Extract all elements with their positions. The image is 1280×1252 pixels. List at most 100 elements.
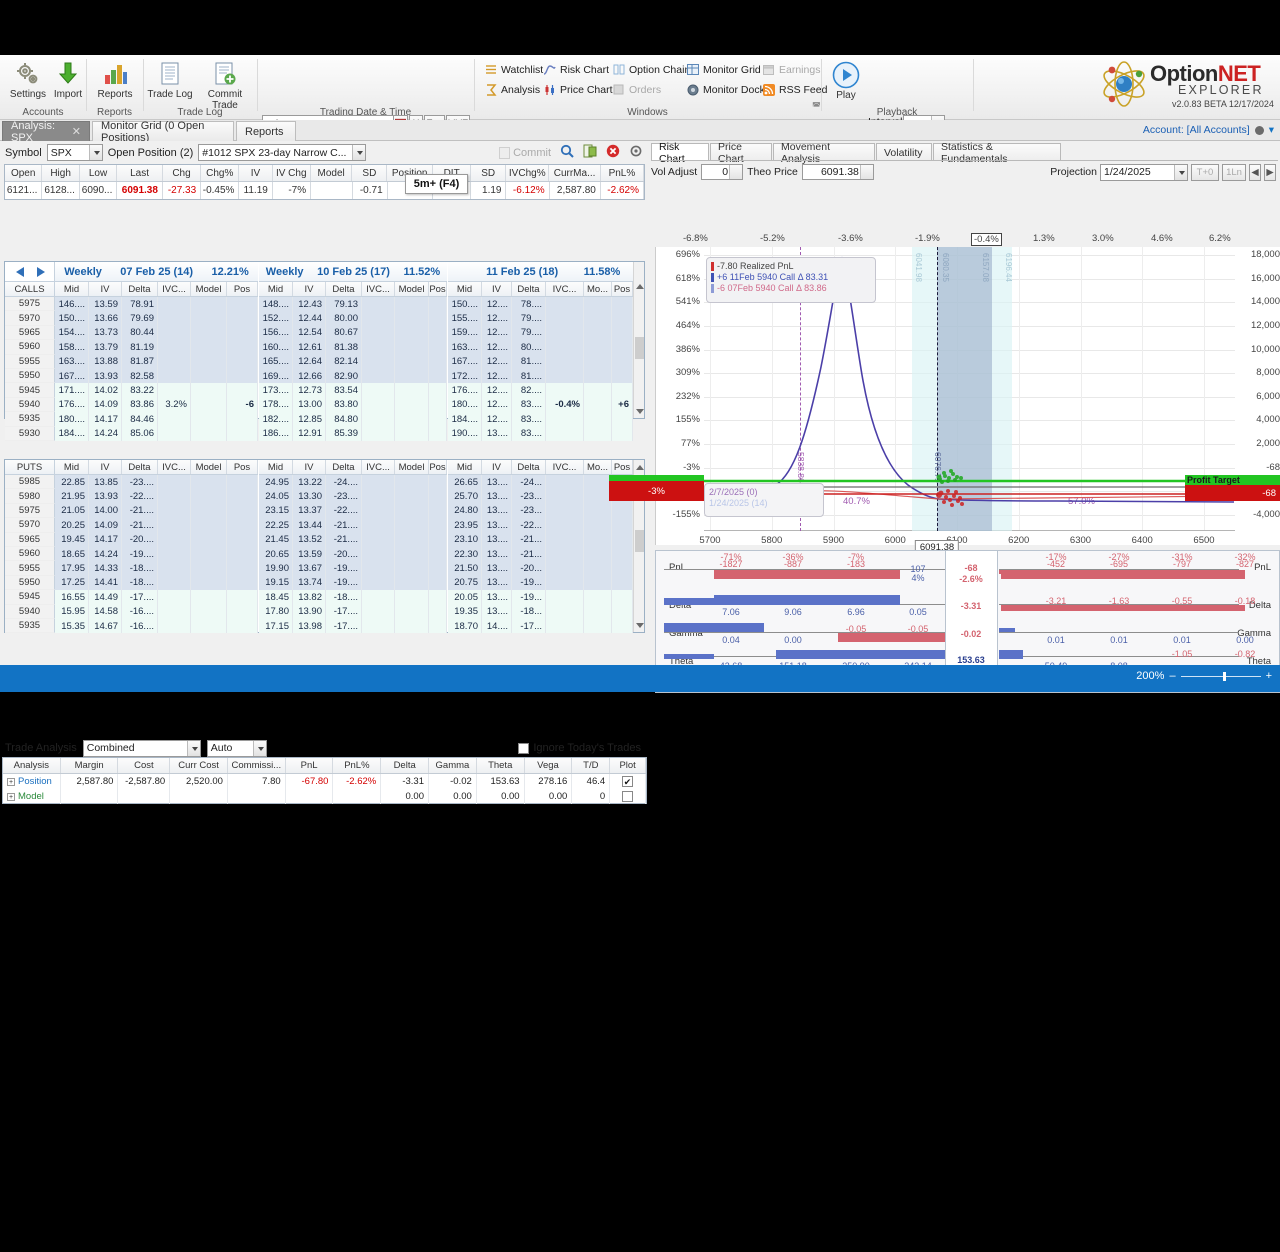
zoom-slider[interactable] (1180, 671, 1261, 681)
chain-cell[interactable]: 146.... (55, 297, 89, 312)
trade-analysis-header-cell[interactable]: Vega (525, 758, 573, 773)
chain-cell[interactable] (191, 619, 227, 634)
chain-cell[interactable]: -20.... (122, 532, 158, 547)
chain-cell[interactable] (395, 354, 429, 369)
chain-cell[interactable] (362, 575, 395, 591)
strike-cell[interactable]: 5970 (5, 311, 55, 326)
table-row[interactable]: 171.... 14.02 83.22 (55, 383, 258, 398)
chain-cell[interactable] (362, 311, 395, 326)
chain-cell[interactable]: 78.... (512, 297, 546, 312)
chain-cell[interactable]: 13.90 (293, 604, 326, 619)
table-row[interactable]: 18.45 13.82 -18.... (259, 590, 447, 605)
risk-chart[interactable]: 696% 18,000 618% 16,000 541% 14,000 464% 12,000… (609, 247, 1280, 555)
chain-cell[interactable]: 13.... (482, 503, 512, 519)
chain-cell[interactable] (227, 532, 258, 547)
chain-cell[interactable]: 21.45 (259, 532, 293, 547)
chain-header-cell[interactable]: Delta (326, 460, 362, 474)
chain-cell[interactable] (227, 575, 258, 591)
table-row[interactable]: 173.... 12.73 83.54 (259, 383, 447, 398)
chain-cell[interactable]: 184.... (55, 426, 89, 441)
checkbox[interactable]: ✔ (622, 776, 634, 787)
chain-cell[interactable]: -23... (512, 489, 546, 504)
chain-cell[interactable]: 171.... (55, 383, 89, 398)
chain-cell[interactable] (395, 369, 429, 384)
trade-analysis-header-cell[interactable]: Plot (610, 758, 647, 773)
chain-cell[interactable]: 12.... (482, 397, 512, 413)
auto-dropdown-arrow[interactable] (252, 740, 266, 756)
table-row[interactable]: 24.80 13.... -23... (448, 503, 633, 519)
table-row[interactable]: 24.95 13.22 -24.... (259, 475, 447, 490)
chain-header-cell[interactable]: Pos (612, 282, 633, 296)
chain-cell[interactable] (362, 354, 395, 369)
chain-cell[interactable]: 150.... (448, 297, 482, 312)
chain-cell[interactable]: 12.54 (293, 325, 326, 341)
chain-cell[interactable] (395, 489, 429, 504)
reports-button[interactable]: Reports (91, 59, 139, 100)
chain-cell[interactable] (612, 604, 633, 619)
chain-cell[interactable] (546, 561, 584, 576)
chain-cell[interactable]: -18.... (122, 561, 158, 576)
windows-dialog-launcher[interactable]: ◚ (812, 101, 821, 112)
chain-cell[interactable]: 20.25 (55, 518, 89, 533)
trade-analysis-header-cell[interactable]: T/D (572, 758, 611, 773)
chain-cell[interactable] (546, 518, 584, 533)
table-row[interactable]: + Position 2,587.80 -2,587.80 2,520.00 7.80 -6… (3, 774, 646, 789)
chain-cell[interactable]: -19.... (326, 561, 362, 576)
chain-cell[interactable] (546, 619, 584, 634)
chain-cell[interactable]: 17.25 (55, 575, 89, 591)
tab-volatility[interactable]: Volatility (876, 143, 932, 161)
chain-cell[interactable] (546, 340, 584, 355)
chain-cell[interactable] (395, 503, 429, 519)
chain-cell[interactable]: 25.70 (448, 489, 482, 504)
chain-cell[interactable]: 167.... (55, 369, 89, 384)
strike-cell[interactable]: 5955 (5, 354, 55, 369)
export-icon[interactable] (583, 144, 597, 161)
table-row[interactable]: 154.... 13.73 80.44 (55, 325, 258, 341)
percent-move-tick[interactable]: -1.9% (915, 233, 940, 244)
chain-cell[interactable]: 78.91 (122, 297, 158, 312)
table-row[interactable]: 21.95 13.93 -22.... (55, 489, 258, 504)
rss-feed-button[interactable]: RSS Feed (762, 81, 827, 98)
chain-cell[interactable]: 20.05 (448, 590, 482, 605)
chain-header-cell[interactable]: Pos (429, 460, 447, 474)
chain-cell[interactable] (584, 575, 612, 591)
chain-cell[interactable]: 180.... (448, 397, 482, 413)
chain-cell[interactable] (546, 354, 584, 369)
chain-cell[interactable]: 163.... (448, 340, 482, 355)
chain-cell[interactable]: -17... (512, 619, 546, 634)
chain-cell[interactable] (546, 325, 584, 341)
chain-cell[interactable]: 178.... (259, 397, 293, 413)
chain-cell[interactable]: 13.79 (89, 340, 122, 355)
chain-header-cell[interactable]: Delta (122, 282, 158, 296)
chain-cell[interactable]: -16.... (122, 619, 158, 634)
table-row[interactable]: 26.65 13.... -24... (448, 475, 633, 490)
strike-cell[interactable]: 5935 (5, 412, 55, 427)
chain-cell[interactable] (158, 532, 191, 547)
tab-movement-analysis[interactable]: Movement Analysis (773, 141, 875, 165)
chain-cell[interactable] (227, 325, 258, 341)
chain-cell[interactable]: -21.... (122, 503, 158, 519)
chain-cell[interactable]: 18.65 (55, 547, 89, 562)
chain-cell[interactable] (362, 426, 395, 441)
table-row[interactable]: 180.... 12.... 83.... -0.4% +6 (448, 397, 633, 413)
chain-cell[interactable] (191, 590, 227, 605)
chain-cell[interactable] (362, 619, 395, 634)
chain-cell[interactable]: 20.75 (448, 575, 482, 591)
chain-cell[interactable] (158, 412, 191, 427)
chain-cell[interactable]: 17.15 (259, 619, 293, 634)
chain-cell[interactable] (584, 340, 612, 355)
table-row[interactable]: 23.95 13.... -22... (448, 518, 633, 533)
chain-cell[interactable]: 13.... (482, 475, 512, 490)
chain-cell[interactable] (429, 397, 447, 413)
chain-cell[interactable]: 159.... (448, 325, 482, 341)
scroll-up-icon[interactable] (636, 284, 644, 289)
tab-reports[interactable]: Reports (236, 121, 296, 141)
chain-cell[interactable] (612, 383, 633, 398)
chain-cell[interactable]: -19... (512, 590, 546, 605)
chain-cell[interactable]: 22.30 (448, 547, 482, 562)
chain-cell[interactable]: 21.95 (55, 489, 89, 504)
chain-cell[interactable] (158, 590, 191, 605)
table-row[interactable]: 20.25 14.09 -21.... (55, 518, 258, 533)
chain-cell[interactable]: 13.74 (293, 575, 326, 591)
chain-cell[interactable]: 12.... (482, 412, 512, 427)
